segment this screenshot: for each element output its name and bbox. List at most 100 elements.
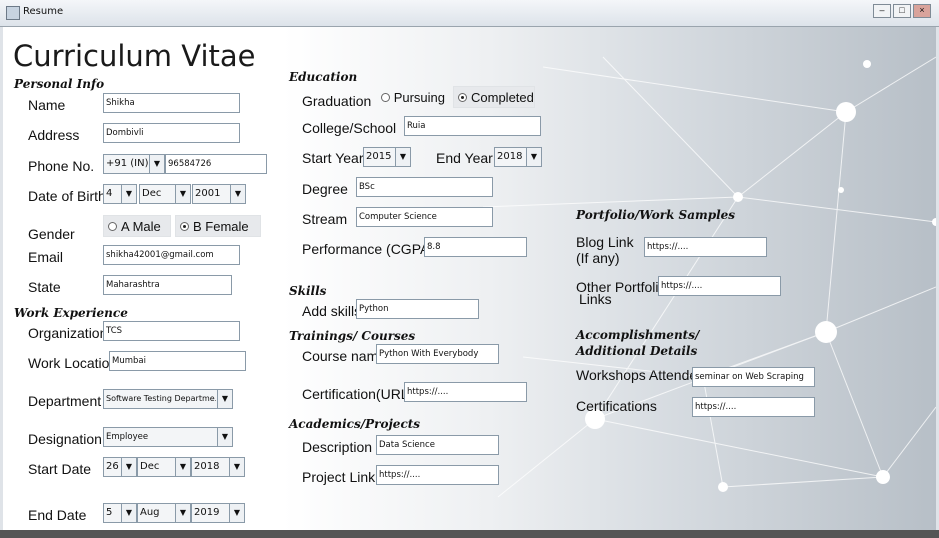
taskbar-strip: [0, 530, 939, 538]
department-value: Software Testing Departme...: [106, 394, 216, 403]
maximize-button[interactable]: □: [893, 4, 911, 18]
title-bar: Resume – □ ×: [0, 0, 939, 27]
section-skills: Skills: [289, 284, 327, 298]
course-name-label: Course name: [302, 348, 387, 364]
chevron-down-icon: ▼: [175, 504, 190, 522]
stream-field[interactable]: Computer Science: [356, 207, 493, 227]
phone-label: Phone No.: [28, 158, 95, 174]
work-location-field[interactable]: Mumbai: [109, 351, 246, 371]
certification-url-label: Certification(URL): [302, 386, 414, 402]
degree-label: Degree: [302, 181, 348, 197]
gender-label: Gender: [28, 226, 75, 242]
edu-start-year-value: 2015: [366, 151, 392, 162]
college-field[interactable]: Ruia: [404, 116, 541, 136]
department-select[interactable]: Software Testing Departme... ▼: [103, 389, 233, 409]
end-day-value: 5: [106, 507, 113, 518]
edu-start-year-select[interactable]: 2015 ▼: [363, 147, 411, 167]
department-label: Department: [28, 393, 102, 409]
dob-day-select[interactable]: 4 ▼: [103, 184, 137, 204]
minimize-button[interactable]: –: [873, 4, 891, 18]
blog-link-label: Blog Link: [576, 234, 634, 250]
certification-url-field[interactable]: https://....: [404, 382, 527, 402]
course-name-field[interactable]: Python With Everybody: [376, 344, 499, 364]
phone-code-value: +91 (IN): [106, 158, 148, 169]
certifications-field[interactable]: https://....: [692, 397, 815, 417]
performance-field[interactable]: 8.8: [424, 237, 527, 257]
certifications-label: Certifications: [576, 398, 657, 414]
pursuing-radio[interactable]: Pursuing: [376, 86, 446, 108]
radio-selected-icon: [458, 92, 467, 102]
end-month-select[interactable]: Aug ▼: [137, 503, 191, 523]
performance-label: Performance (CGPA): [302, 241, 434, 257]
end-date-label: End Date: [28, 507, 87, 523]
start-year-select[interactable]: 2018 ▼: [191, 457, 245, 477]
radio-selected-icon: [180, 221, 189, 231]
dob-month-select[interactable]: Dec ▼: [139, 184, 191, 204]
address-field[interactable]: Dombivli: [103, 123, 240, 143]
close-button[interactable]: ×: [913, 4, 931, 18]
chevron-down-icon: ▼: [230, 185, 245, 203]
chevron-down-icon: ▼: [229, 458, 244, 476]
section-accomplishments-sub: Additional Details: [576, 344, 698, 358]
phone-code-select[interactable]: +91 (IN) ▼: [103, 154, 165, 174]
description-field[interactable]: Data Science: [376, 435, 499, 455]
blog-link-field[interactable]: https://....: [644, 237, 767, 257]
completed-label: Completed: [471, 89, 534, 105]
designation-select[interactable]: Employee ▼: [103, 427, 233, 447]
blog-link-label-sub: (If any): [576, 250, 620, 266]
add-skills-label: Add skills: [302, 303, 362, 319]
radio-icon: [381, 92, 390, 102]
dob-label: Date of Birth: [28, 188, 106, 204]
state-field[interactable]: Maharashtra: [103, 275, 232, 295]
chevron-down-icon: ▼: [229, 504, 244, 522]
form-panel: Curriculum Vitae Personal Info Name Shik…: [3, 27, 936, 530]
start-month-value: Dec: [140, 461, 160, 472]
gender-male-label: A Male: [121, 218, 161, 234]
degree-field[interactable]: BSc: [356, 177, 493, 197]
dob-year-value: 2001: [195, 188, 221, 199]
organization-field[interactable]: TCS: [103, 321, 240, 341]
chevron-down-icon: ▼: [121, 504, 136, 522]
workshops-label: Workshops Attended: [576, 367, 705, 383]
section-portfolio: Portfolio/Work Samples: [576, 208, 736, 222]
workshops-field[interactable]: seminar on Web Scraping: [692, 367, 815, 387]
completed-radio[interactable]: Completed: [453, 86, 535, 108]
end-year-label: End Year: [436, 150, 493, 166]
chevron-down-icon: ▼: [217, 390, 232, 408]
graduation-label: Graduation: [302, 93, 372, 109]
end-day-select[interactable]: 5 ▼: [103, 503, 137, 523]
other-portfolio-field[interactable]: https://....: [658, 276, 781, 296]
section-work-experience: Work Experience: [14, 306, 128, 320]
chevron-down-icon: ▼: [526, 148, 541, 166]
start-day-select[interactable]: 26 ▼: [103, 457, 137, 477]
designation-value: Employee: [106, 432, 149, 442]
end-year-select[interactable]: 2019 ▼: [191, 503, 245, 523]
name-label: Name: [28, 97, 66, 113]
designation-label: Designation: [28, 431, 102, 447]
chevron-down-icon: ▼: [121, 185, 136, 203]
edu-end-year-value: 2018: [497, 151, 523, 162]
dob-year-select[interactable]: 2001 ▼: [192, 184, 246, 204]
window-title: Resume: [23, 6, 64, 17]
chevron-down-icon: ▼: [175, 458, 190, 476]
chevron-down-icon: ▼: [217, 428, 232, 446]
skills-field[interactable]: Python: [356, 299, 479, 319]
name-field[interactable]: Shikha: [103, 93, 240, 113]
phone-field[interactable]: 96584726: [165, 154, 267, 174]
project-link-label: Project Link: [302, 469, 376, 485]
end-year-value: 2019: [194, 507, 220, 518]
start-month-select[interactable]: Dec ▼: [137, 457, 191, 477]
start-day-value: 26: [106, 461, 119, 472]
edu-end-year-select[interactable]: 2018 ▼: [494, 147, 542, 167]
gender-male-radio[interactable]: A Male: [103, 215, 171, 237]
section-academics: Academics/Projects: [289, 417, 421, 431]
dob-month-value: Dec: [142, 188, 162, 199]
stream-label: Stream: [302, 211, 348, 227]
start-year-label: Start Year: [302, 150, 364, 166]
section-accomplishments: Accomplishments/: [576, 328, 700, 342]
email-field[interactable]: shikha42001@gmail.com: [103, 245, 240, 265]
address-label: Address: [28, 127, 80, 143]
project-link-field[interactable]: https://....: [376, 465, 499, 485]
gender-female-radio[interactable]: B Female: [175, 215, 261, 237]
chevron-down-icon: ▼: [149, 155, 164, 173]
